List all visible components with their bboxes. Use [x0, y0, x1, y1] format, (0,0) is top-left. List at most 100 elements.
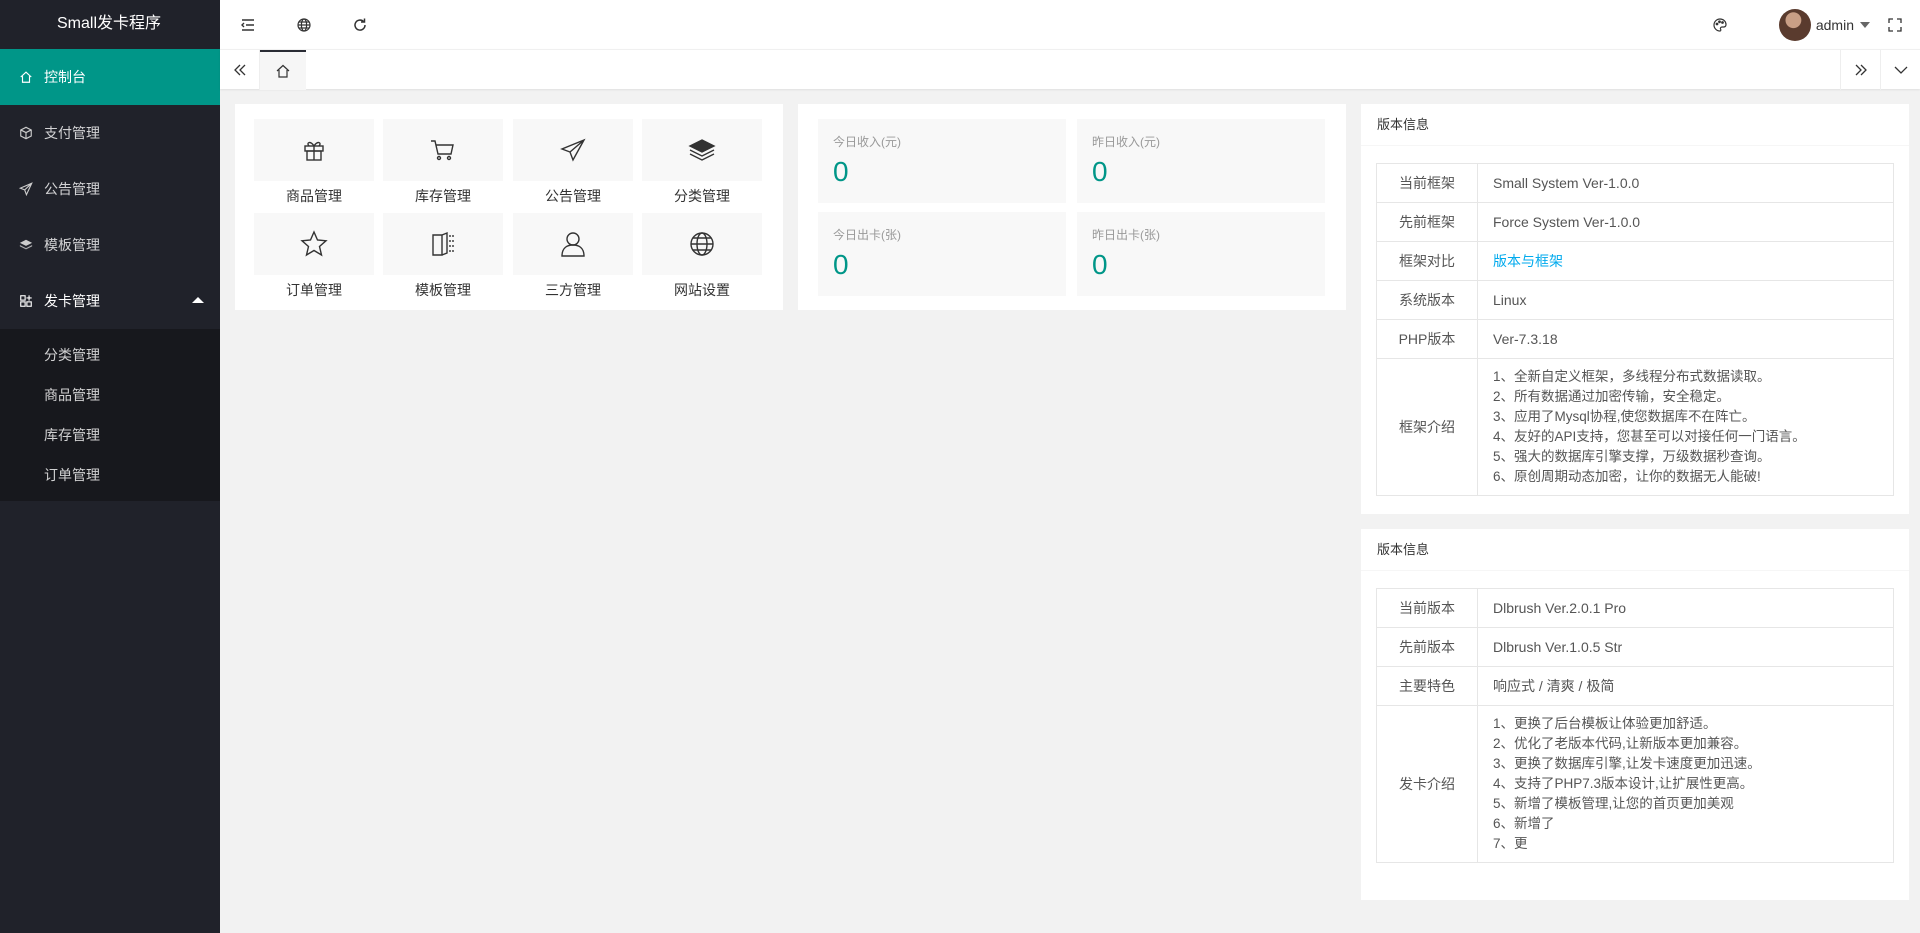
table-value-cell: Force System Ver-1.0.0: [1477, 202, 1894, 242]
shortcut-label: 三方管理: [545, 282, 601, 298]
table-key-cell: PHP版本: [1376, 319, 1478, 359]
globe-icon: [297, 17, 311, 32]
shortcut-label: 订单管理: [286, 282, 342, 298]
sidebar-item-label: 控制台: [44, 69, 86, 85]
double-chevron-right-icon: [1855, 64, 1867, 76]
layers-icon: [688, 139, 716, 161]
shortcut-label: 商品管理: [286, 188, 342, 204]
gift-icon: [304, 141, 324, 161]
card-info-panel: 版本信息 当前版本 Dlbrush Ver.2.0.1 Pro 先前版本 Dlbru…: [1361, 529, 1909, 900]
framework-info-table: 当前框架 Small System Ver-1.0.0 先前框架 Force Sys…: [1376, 163, 1894, 496]
double-chevron-left-icon: [233, 64, 245, 76]
shortcut-label: 公告管理: [545, 188, 601, 204]
stat-today-income: 今日收入(元) 0: [818, 119, 1066, 203]
shortcut-category[interactable]: 分类管理: [642, 119, 762, 211]
table-row: 框架介绍 1、全新自定义框架，多线程分布式数据读取。 2、所有数据通过加密传输，…: [1376, 358, 1894, 496]
caret-down-icon: [1860, 21, 1870, 28]
chevron-down-icon: [1894, 66, 1907, 74]
cube-icon: [18, 125, 34, 141]
table-row: 发卡介绍 1、更换了后台模板让体验更加舒适。 2、优化了老版本代码,让新版本更加…: [1376, 705, 1894, 863]
sidebar-submenu: 分类管理 商品管理 库存管理 订单管理: [0, 329, 220, 501]
avatar: [1778, 8, 1811, 41]
shortcut-stock[interactable]: 库存管理: [383, 119, 503, 211]
sidebar-item-label: 支付管理: [44, 125, 100, 141]
refresh-button[interactable]: [332, 0, 388, 49]
fullscreen-button[interactable]: [1870, 0, 1920, 49]
palette-icon: [1713, 17, 1727, 32]
stat-label: 昨日出卡(张): [1092, 228, 1160, 242]
shortcut-orders[interactable]: 订单管理: [254, 213, 374, 305]
shortcut-label: 模板管理: [415, 282, 471, 298]
table-value-cell: Linux: [1477, 280, 1894, 320]
tabs-menu-button[interactable]: [1880, 50, 1920, 90]
refresh-icon: [354, 18, 366, 31]
table-key-cell: 先前版本: [1376, 627, 1478, 667]
fullscreen-icon: [1888, 17, 1902, 32]
tab-home[interactable]: [260, 50, 306, 90]
table-row: 主要特色 响应式 / 清爽 / 极简: [1376, 666, 1894, 706]
menu-toggle-button[interactable]: [220, 0, 276, 49]
sidebar-subitem-stock[interactable]: 库存管理: [0, 415, 220, 455]
table-key-cell: 主要特色: [1376, 666, 1478, 706]
stat-label: 昨日收入(元): [1092, 135, 1160, 149]
shortcut-notice[interactable]: 公告管理: [513, 119, 633, 211]
website-button[interactable]: [276, 0, 332, 49]
stat-today-cards: 今日出卡(张) 0: [818, 212, 1066, 296]
template-icon: [432, 231, 454, 256]
apps-icon: [18, 293, 34, 309]
sidebar-item-notice[interactable]: 公告管理: [0, 161, 220, 217]
shortcut-goods[interactable]: 商品管理: [254, 119, 374, 211]
table-key-cell: 当前框架: [1376, 163, 1478, 203]
tabs-scroll-right-button[interactable]: [1840, 50, 1880, 90]
indent-icon: [241, 18, 254, 31]
send-icon: [560, 138, 586, 162]
panel-title: 版本信息: [1361, 529, 1909, 571]
stat-yesterday-cards: 昨日出卡(张) 0: [1077, 212, 1325, 296]
sidebar: Small发卡程序 控制台 支付管理 公告管理 模板管理 发卡管理 分类管理 商…: [0, 0, 220, 933]
home-icon: [276, 64, 290, 78]
sidebar-item-cards[interactable]: 发卡管理: [0, 273, 220, 329]
shortcut-thirdparty[interactable]: 三方管理: [513, 213, 633, 305]
table-value-cell: 1、更换了后台模板让体验更加舒适。 2、优化了老版本代码,让新版本更加兼容。 3…: [1477, 705, 1894, 863]
compare-link[interactable]: 版本与框架: [1493, 253, 1563, 269]
tabs-bar: [220, 49, 1920, 90]
card-info-table: 当前版本 Dlbrush Ver.2.0.1 Pro 先前版本 Dlbrush Ve…: [1376, 588, 1894, 863]
star-icon: [300, 230, 328, 257]
table-row: 先前框架 Force System Ver-1.0.0: [1376, 202, 1894, 242]
app-logo[interactable]: Small发卡程序: [0, 0, 220, 49]
stat-label: 今日收入(元): [833, 135, 901, 149]
table-value-cell: Dlbrush Ver.1.0.5 Str: [1477, 627, 1894, 667]
table-key-cell: 框架介绍: [1376, 358, 1478, 496]
user-menu[interactable]: admin: [1778, 0, 1870, 49]
sidebar-subitem-category[interactable]: 分类管理: [0, 335, 220, 375]
table-value-cell: 响应式 / 清爽 / 极简: [1477, 666, 1894, 706]
home-icon: [18, 69, 34, 85]
theme-button[interactable]: [1692, 0, 1748, 49]
sidebar-subitem-orders[interactable]: 订单管理: [0, 455, 220, 495]
cart-icon: [431, 140, 454, 161]
chevron-up-icon: [192, 297, 204, 303]
table-row: PHP版本 Ver-7.3.18: [1376, 319, 1894, 359]
sidebar-item-console[interactable]: 控制台: [0, 49, 220, 105]
table-row: 框架对比 版本与框架: [1376, 241, 1894, 281]
table-row: 当前版本 Dlbrush Ver.2.0.1 Pro: [1376, 588, 1894, 628]
shortcut-label: 库存管理: [415, 188, 471, 204]
sidebar-item-template[interactable]: 模板管理: [0, 217, 220, 273]
stat-yesterday-income: 昨日收入(元) 0: [1077, 119, 1325, 203]
table-value-cell: Dlbrush Ver.2.0.1 Pro: [1477, 588, 1894, 628]
stat-value: 0: [833, 249, 849, 280]
tabs-scroll-left-button[interactable]: [220, 50, 260, 90]
framework-info-panel: 版本信息 当前框架 Small System Ver-1.0.0 先前框架 Forc…: [1361, 104, 1909, 514]
sidebar-item-payment[interactable]: 支付管理: [0, 105, 220, 161]
stat-value: 0: [1092, 156, 1108, 187]
table-value-cell: Small System Ver-1.0.0: [1477, 163, 1894, 203]
shortcut-settings[interactable]: 网站设置: [642, 213, 762, 305]
table-key-cell: 先前框架: [1376, 202, 1478, 242]
shortcut-template[interactable]: 模板管理: [383, 213, 503, 305]
sidebar-item-label: 公告管理: [44, 181, 100, 197]
table-row: 当前框架 Small System Ver-1.0.0: [1376, 163, 1894, 203]
table-key-cell: 发卡介绍: [1376, 705, 1478, 863]
table-key-cell: 系统版本: [1376, 280, 1478, 320]
sidebar-subitem-goods[interactable]: 商品管理: [0, 375, 220, 415]
table-value-cell: 1、全新自定义框架，多线程分布式数据读取。 2、所有数据通过加密传输，安全稳定。…: [1477, 358, 1894, 496]
